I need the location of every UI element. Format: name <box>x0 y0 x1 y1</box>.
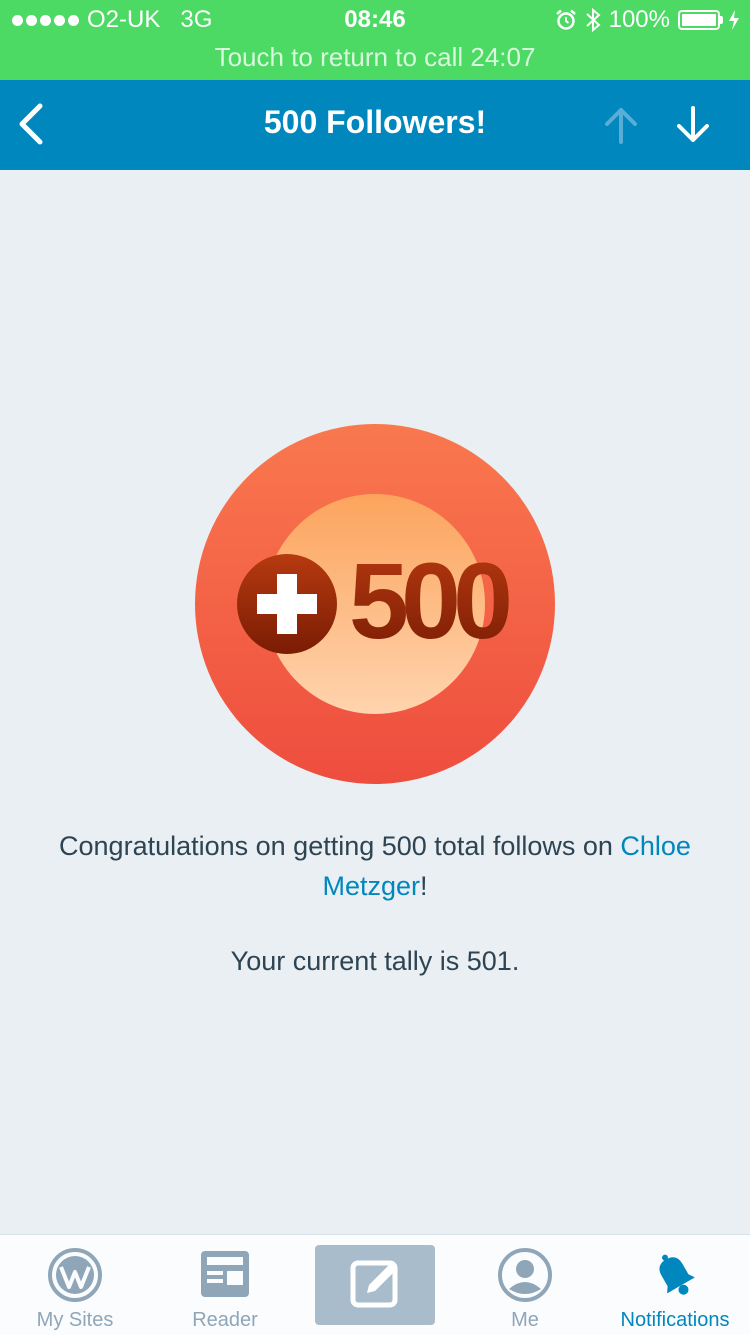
wordpress-icon <box>48 1248 102 1302</box>
navigation-bar: 500 Followers! <box>0 80 750 170</box>
charging-icon <box>729 10 739 30</box>
bluetooth-icon <box>585 8 601 32</box>
tab-me[interactable]: Me <box>450 1235 600 1335</box>
congratulations-message: Congratulations on getting 500 total fol… <box>20 826 730 906</box>
return-to-call-banner[interactable]: Touch to return to call 24:07 <box>0 42 750 73</box>
arrow-down-icon <box>677 106 709 142</box>
next-notification-button[interactable] <box>670 102 716 148</box>
battery-icon <box>678 10 723 30</box>
arrow-up-icon <box>605 108 637 144</box>
status-bar: O2-UK 3G 08:46 100% Touch to return to c… <box>0 0 750 80</box>
tab-reader[interactable]: Reader <box>150 1235 300 1335</box>
battery-percent: 100% <box>608 6 670 33</box>
tab-my-sites[interactable]: My Sites <box>0 1235 150 1335</box>
plus-500-badge-icon: 500 <box>195 424 555 784</box>
tab-bar: My Sites Reader Me Notifications <box>0 1234 750 1335</box>
tab-label: Me <box>511 1309 539 1331</box>
tally-text: Your current tally is 501. <box>230 946 520 976</box>
tab-label: My Sites <box>36 1309 114 1331</box>
compose-button[interactable] <box>315 1245 435 1325</box>
tab-notifications[interactable]: Notifications <box>600 1235 750 1335</box>
previous-notification-button[interactable] <box>598 102 644 148</box>
status-right: 100% <box>555 6 740 34</box>
bell-icon <box>659 1254 695 1295</box>
message-suffix: ! <box>420 871 428 901</box>
reader-icon <box>201 1251 249 1297</box>
followers-badge: 500 <box>195 424 555 784</box>
person-icon <box>498 1248 552 1302</box>
compose-icon <box>350 1260 398 1308</box>
alarm-icon <box>555 9 576 30</box>
tab-label: Reader <box>192 1309 258 1331</box>
tab-label: Notifications <box>620 1309 730 1331</box>
badge-number: 500 <box>349 540 509 661</box>
message-text: Congratulations on getting 500 total fol… <box>59 831 621 861</box>
